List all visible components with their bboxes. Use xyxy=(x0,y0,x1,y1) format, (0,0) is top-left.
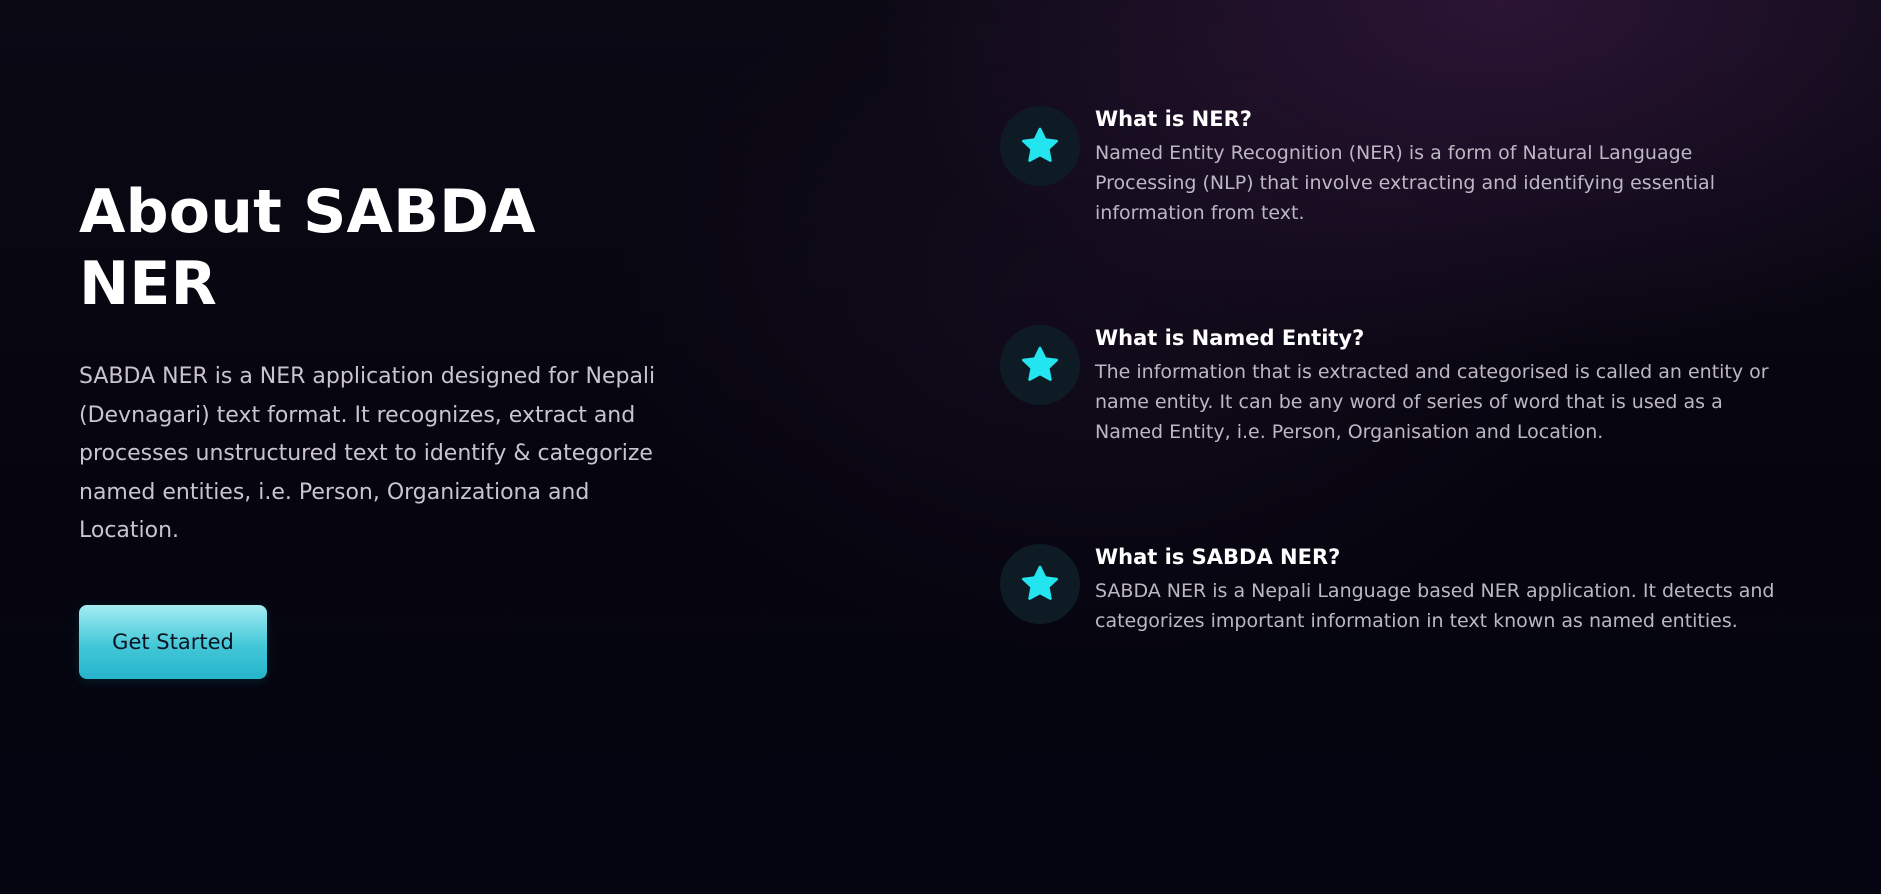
feature-item-sabda-ner: What is SABDA NER? SABDA NER is a Nepali… xyxy=(1000,542,1800,761)
feature-text: SABDA NER is a Nepali Language based NER… xyxy=(1095,580,1775,632)
about-description: SABDA NER is a NER application designed … xyxy=(79,364,656,543)
feature-title: What is SABDA NER? xyxy=(1095,545,1341,569)
feature-item-named-entity: What is Named Entity? The information th… xyxy=(1000,323,1800,542)
page-title: About SABDA NER xyxy=(79,177,536,319)
feature-body: What is SABDA NER? SABDA NER is a Nepali… xyxy=(1095,542,1785,636)
get-started-button[interactable]: Get Started xyxy=(79,604,267,679)
feature-body: What is NER? Named Entity Recognition (N… xyxy=(1095,104,1785,228)
feature-text: The information that is extracted and ca… xyxy=(1095,361,1769,443)
about-intro: About SABDA NER SABDA NER is a NER appli… xyxy=(79,176,679,679)
feature-item-ner: What is NER? Named Entity Recognition (N… xyxy=(1000,104,1800,323)
feature-text: Named Entity Recognition (NER) is a form… xyxy=(1095,142,1715,224)
star-icon xyxy=(1000,544,1080,624)
star-icon xyxy=(1000,325,1080,405)
feature-body: What is Named Entity? The information th… xyxy=(1095,323,1785,447)
about-section: About SABDA NER SABDA NER is a NER appli… xyxy=(0,0,1881,894)
feature-list: What is NER? Named Entity Recognition (N… xyxy=(1000,104,1800,761)
feature-title: What is Named Entity? xyxy=(1095,326,1365,350)
star-icon xyxy=(1000,106,1080,186)
feature-title: What is NER? xyxy=(1095,107,1252,131)
